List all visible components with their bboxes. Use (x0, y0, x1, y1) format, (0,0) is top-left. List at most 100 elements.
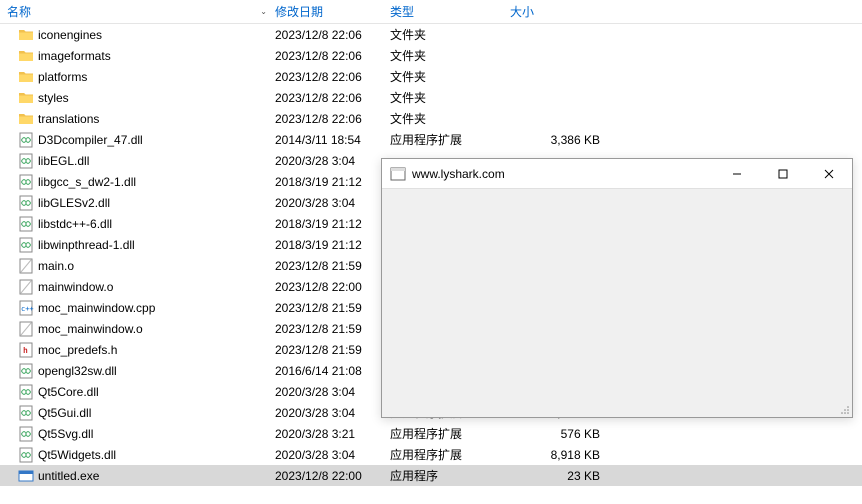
file-row[interactable]: styles 2023/12/8 22:06文件夹 (0, 87, 862, 108)
obj-icon (18, 279, 34, 295)
column-header-size-label: 大小 (510, 3, 534, 20)
file-row[interactable]: Qt5Widgets.dll2020/3/28 3:04应用程序扩展8,918 … (0, 444, 862, 465)
resize-grip-icon[interactable] (838, 403, 850, 415)
file-row[interactable]: platforms 2023/12/8 22:06文件夹 (0, 66, 862, 87)
maximize-button[interactable] (760, 159, 806, 189)
cpp-icon (18, 300, 34, 316)
file-row[interactable]: imageformats2023/12/8 22:06文件夹 (0, 45, 862, 66)
file-size: 576 KB (510, 427, 610, 441)
app-icon (390, 166, 406, 182)
dll-icon (18, 363, 34, 379)
dll-icon (18, 132, 34, 148)
folder-icon (18, 111, 34, 127)
file-date: 2020/3/28 3:04 (275, 448, 390, 462)
file-date: 2020/3/28 3:04 (275, 385, 390, 399)
file-date: 2014/3/11 18:54 (275, 133, 390, 147)
file-name-cell: moc_mainwindow.cpp (0, 300, 275, 316)
dll-icon (18, 237, 34, 253)
file-date: 2020/3/28 3:04 (275, 154, 390, 168)
header-icon (18, 342, 34, 358)
file-date: 2020/3/28 3:21 (275, 427, 390, 441)
file-date: 2016/6/14 21:08 (275, 364, 390, 378)
file-name: translations (38, 112, 99, 126)
file-name: libwinpthread-1.dll (38, 238, 135, 252)
column-header-date[interactable]: 修改日期 (275, 0, 390, 24)
dll-icon (18, 447, 34, 463)
file-name: platforms (38, 70, 87, 84)
titlebar[interactable]: www.lyshark.com (382, 159, 852, 189)
dll-icon (18, 153, 34, 169)
file-name: Qt5Gui.dll (38, 406, 91, 420)
dll-icon (18, 174, 34, 190)
window-body (382, 189, 852, 417)
file-row[interactable]: iconengines 2023/12/8 22:06文件夹 (0, 24, 862, 45)
column-header-name[interactable]: 名称 ⌄ (0, 0, 275, 24)
file-name: iconengines (38, 28, 102, 42)
maximize-icon (778, 169, 788, 179)
file-name: libgcc_s_dw2-1.dll (38, 175, 136, 189)
file-name-cell: Qt5Widgets.dll (0, 447, 275, 463)
file-date: 2023/12/8 21:59 (275, 259, 390, 273)
file-name: Qt5Svg.dll (38, 427, 93, 441)
file-type: 文件夹 (390, 68, 510, 85)
file-type: 文件夹 (390, 110, 510, 127)
file-name: opengl32sw.dll (38, 364, 117, 378)
close-button[interactable] (806, 159, 852, 189)
file-name: moc_mainwindow.cpp (38, 301, 155, 315)
file-name-cell: Qt5Svg.dll (0, 426, 275, 442)
file-name: mainwindow.o (38, 280, 113, 294)
file-name: libstdc++-6.dll (38, 217, 112, 231)
column-header-date-label: 修改日期 (275, 3, 323, 20)
obj-icon (18, 258, 34, 274)
app-window: www.lyshark.com (381, 158, 853, 418)
file-name: main.o (38, 259, 74, 273)
file-date: 2023/12/8 22:06 (275, 91, 390, 105)
minimize-button[interactable] (714, 159, 760, 189)
file-name-cell: libGLESv2.dll (0, 195, 275, 211)
file-name-cell: libEGL.dll (0, 153, 275, 169)
file-name-cell: platforms (0, 69, 275, 85)
close-icon (824, 169, 834, 179)
file-date: 2023/12/8 21:59 (275, 343, 390, 357)
file-date: 2023/12/8 22:00 (275, 469, 390, 483)
file-name-cell: moc_mainwindow.o (0, 321, 275, 337)
file-type: 文件夹 (390, 26, 510, 43)
file-date: 2020/3/28 3:04 (275, 196, 390, 210)
file-type: 应用程序 (390, 467, 510, 484)
file-name-cell: imageformats (0, 48, 275, 64)
file-date: 2023/12/8 21:59 (275, 301, 390, 315)
file-date: 2023/12/8 22:00 (275, 280, 390, 294)
exe-icon (18, 468, 34, 484)
file-name-cell: moc_predefs.h (0, 342, 275, 358)
file-date: 2023/12/8 22:06 (275, 70, 390, 84)
file-type: 文件夹 (390, 89, 510, 106)
file-row[interactable]: D3Dcompiler_47.dll2014/3/11 18:54应用程序扩展3… (0, 129, 862, 150)
obj-icon (18, 321, 34, 337)
file-name-cell: mainwindow.o (0, 279, 275, 295)
file-name: Qt5Core.dll (38, 385, 99, 399)
file-row[interactable]: translations 2023/12/8 22:06文件夹 (0, 108, 862, 129)
file-name-cell: Qt5Gui.dll (0, 405, 275, 421)
file-row[interactable]: Qt5Svg.dll 2020/3/28 3:21应用程序扩展576 KB (0, 423, 862, 444)
file-date: 2023/12/8 22:06 (275, 28, 390, 42)
file-size: 3,386 KB (510, 133, 610, 147)
dll-icon (18, 216, 34, 232)
file-size: 23 KB (510, 469, 610, 483)
dll-icon (18, 405, 34, 421)
file-date: 2023/12/8 22:06 (275, 112, 390, 126)
file-row[interactable]: untitled.exe 2023/12/8 22:00应用程序23 KB (0, 465, 862, 486)
file-name: untitled.exe (38, 469, 99, 483)
file-type: 文件夹 (390, 47, 510, 64)
column-header-size[interactable]: 大小 (510, 0, 610, 24)
column-header-type-label: 类型 (390, 3, 414, 20)
file-name: styles (38, 91, 69, 105)
column-header-type[interactable]: 类型 (390, 0, 510, 24)
file-name-cell: iconengines (0, 27, 275, 43)
file-type: 应用程序扩展 (390, 425, 510, 442)
file-name: imageformats (38, 49, 111, 63)
window-title: www.lyshark.com (412, 167, 505, 181)
file-name: libGLESv2.dll (38, 196, 110, 210)
file-name: moc_mainwindow.o (38, 322, 143, 336)
file-type: 应用程序扩展 (390, 131, 510, 148)
file-name-cell: styles (0, 90, 275, 106)
